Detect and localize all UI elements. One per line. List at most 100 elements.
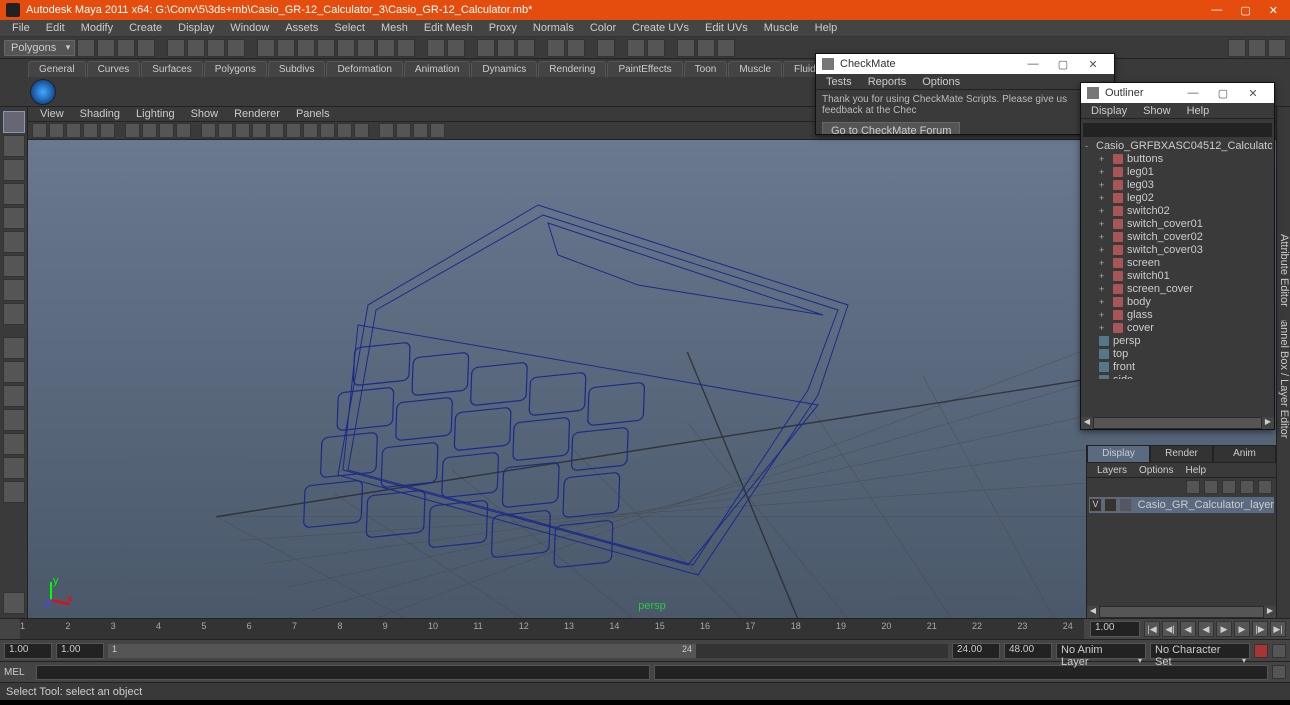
four-pane[interactable] xyxy=(3,361,25,383)
expand-icon[interactable]: + xyxy=(1099,310,1109,320)
menu-create-uvs[interactable]: Create UVs xyxy=(624,22,697,34)
vp-tb-16[interactable] xyxy=(303,123,318,138)
outliner-node[interactable]: side xyxy=(1083,373,1272,379)
shelf-custom-button[interactable] xyxy=(30,79,56,105)
single-pane[interactable] xyxy=(3,337,25,359)
shelf-btn-17[interactable] xyxy=(427,39,445,57)
layer-tab-render[interactable]: Render xyxy=(1150,445,1213,463)
expand-icon[interactable]: + xyxy=(1099,245,1109,255)
rotate-tool[interactable] xyxy=(3,207,25,229)
checkmate-maximize[interactable]: ▢ xyxy=(1048,58,1078,71)
shelf-tab-animation[interactable]: Animation xyxy=(404,61,470,77)
outliner-menu-help[interactable]: Help xyxy=(1179,105,1218,117)
paint-select-tool[interactable] xyxy=(3,159,25,181)
expand-icon[interactable]: + xyxy=(1099,219,1109,229)
outliner-node[interactable]: +switch_cover02 xyxy=(1083,230,1272,243)
outliner-node[interactable]: +switch01 xyxy=(1083,269,1272,282)
shelf-btn-12[interactable] xyxy=(317,39,335,57)
command-language-label[interactable]: MEL xyxy=(4,667,32,678)
menu-file[interactable]: File xyxy=(4,22,38,34)
shelf-btn-19[interactable] xyxy=(477,39,495,57)
outliner-titlebar[interactable]: Outliner — ▢ ✕ xyxy=(1081,83,1274,103)
menu-display[interactable]: Display xyxy=(170,22,222,34)
shelf-tab-muscle[interactable]: Muscle xyxy=(728,61,782,77)
three-pane-1[interactable] xyxy=(3,433,25,455)
vp-menu-panels[interactable]: Panels xyxy=(288,108,338,120)
outliner-hscroll[interactable]: ◀ ▶ xyxy=(1081,417,1274,429)
shelf-btn-18[interactable] xyxy=(447,39,465,57)
menu-muscle[interactable]: Muscle xyxy=(756,22,807,34)
outliner-close[interactable]: ✕ xyxy=(1238,87,1268,100)
shelf-tab-dynamics[interactable]: Dynamics xyxy=(471,61,537,77)
vp-tb-2[interactable] xyxy=(49,123,64,138)
shelf-tab-polygons[interactable]: Polygons xyxy=(204,61,267,77)
shelf-btn-27[interactable] xyxy=(677,39,695,57)
shelf-btn-22[interactable] xyxy=(547,39,565,57)
outliner-node[interactable]: persp xyxy=(1083,334,1272,347)
script-editor-button[interactable] xyxy=(1272,665,1286,679)
vp-tb-8[interactable] xyxy=(159,123,174,138)
vp-menu-view[interactable]: View xyxy=(32,108,72,120)
expand-icon[interactable]: + xyxy=(1099,167,1109,177)
vp-tb-7[interactable] xyxy=(142,123,157,138)
shelf-btn-right-1[interactable] xyxy=(1228,39,1246,57)
shelf-btn-16[interactable] xyxy=(397,39,415,57)
shelf-btn-28[interactable] xyxy=(697,39,715,57)
shelf-btn-21[interactable] xyxy=(517,39,535,57)
layer-tab-display[interactable]: Display xyxy=(1087,445,1150,463)
shelf-btn-7[interactable] xyxy=(207,39,225,57)
scroll-right-icon[interactable]: ▶ xyxy=(1262,417,1274,429)
outliner-node[interactable]: +screen_cover xyxy=(1083,282,1272,295)
autokey-toggle[interactable] xyxy=(1254,644,1268,658)
outliner-node[interactable]: +body xyxy=(1083,295,1272,308)
vp-tb-14[interactable] xyxy=(269,123,284,138)
lasso-tool[interactable] xyxy=(3,135,25,157)
manipulator-tool[interactable] xyxy=(3,255,25,277)
shelf-tab-general[interactable]: General xyxy=(28,61,86,77)
menu-edit-uvs[interactable]: Edit UVs xyxy=(697,22,756,34)
range-end-inner[interactable]: 24.00 xyxy=(952,643,1000,659)
outliner-node[interactable]: +buttons xyxy=(1083,152,1272,165)
outliner-node[interactable]: +glass xyxy=(1083,308,1272,321)
vp-tb-18[interactable] xyxy=(337,123,352,138)
menu-edit[interactable]: Edit xyxy=(38,22,73,34)
scroll-thumb[interactable] xyxy=(1094,418,1261,428)
shelf-tab-painteffects[interactable]: PaintEffects xyxy=(607,61,682,77)
layer-icon-3[interactable] xyxy=(1222,480,1236,494)
shelf-tab-curves[interactable]: Curves xyxy=(87,61,141,77)
menu-edit-mesh[interactable]: Edit Mesh xyxy=(416,22,481,34)
range-start-inner[interactable]: 1.00 xyxy=(56,643,104,659)
scroll-right-icon[interactable]: ▶ xyxy=(1264,606,1276,618)
outliner-node[interactable]: +switch_cover01 xyxy=(1083,217,1272,230)
layer-icon-2[interactable] xyxy=(1204,480,1218,494)
vp-menu-lighting[interactable]: Lighting xyxy=(128,108,183,120)
attribute-editor-strip[interactable]: Attribute Editor xyxy=(1276,200,1290,320)
outliner-node[interactable]: +switch_cover03 xyxy=(1083,243,1272,256)
shelf-tab-surfaces[interactable]: Surfaces xyxy=(141,61,202,77)
shelf-tab-subdivs[interactable]: Subdivs xyxy=(268,61,326,77)
layer-menu-layers[interactable]: Layers xyxy=(1091,465,1133,476)
play-back-button[interactable]: ◀ xyxy=(1198,621,1214,637)
vp-menu-renderer[interactable]: Renderer xyxy=(226,108,288,120)
vp-tb-15[interactable] xyxy=(286,123,301,138)
scale-tool[interactable] xyxy=(3,231,25,253)
shelf-btn-1[interactable] xyxy=(77,39,95,57)
expand-icon[interactable]: - xyxy=(1085,141,1088,151)
range-start-outer[interactable]: 1.00 xyxy=(4,643,52,659)
last-tool[interactable] xyxy=(3,303,25,325)
shelf-btn-6[interactable] xyxy=(187,39,205,57)
outliner-node[interactable]: +leg03 xyxy=(1083,178,1272,191)
three-pane-3[interactable] xyxy=(3,481,25,503)
range-slider[interactable]: 1 24 xyxy=(108,644,948,658)
shelf-btn-25[interactable] xyxy=(627,39,645,57)
tool-settings-icon[interactable] xyxy=(3,592,25,614)
goto-end-button[interactable]: ▶| xyxy=(1270,621,1286,637)
shelf-btn-24[interactable] xyxy=(597,39,615,57)
layer-menu-help[interactable]: Help xyxy=(1179,465,1212,476)
vp-tb-6[interactable] xyxy=(125,123,140,138)
play-fwd-button[interactable]: ▶ xyxy=(1216,621,1232,637)
outliner-minimize[interactable]: — xyxy=(1178,87,1208,99)
shelf-btn-20[interactable] xyxy=(497,39,515,57)
command-input[interactable] xyxy=(36,665,650,680)
vp-tb-9[interactable] xyxy=(176,123,191,138)
